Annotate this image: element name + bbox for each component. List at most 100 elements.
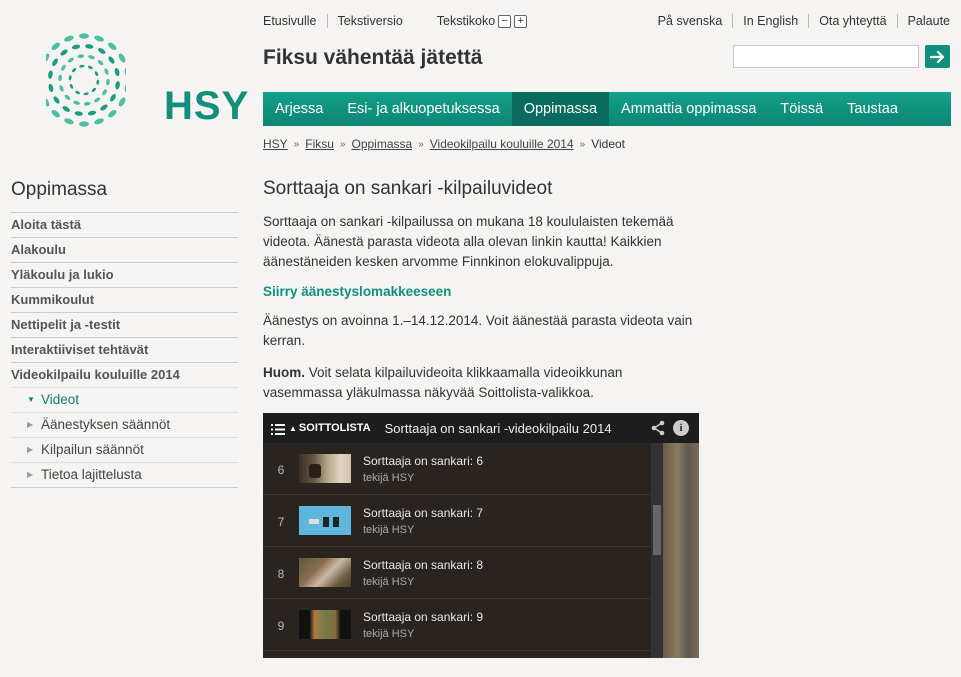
playlist-row-meta: Sorttaaja on sankari: 8 tekijä HSY (363, 558, 483, 588)
share-icon[interactable] (651, 420, 665, 439)
breadcrumb-link[interactable]: Oppimassa (351, 137, 412, 151)
playlist-row-author: tekijä HSY (363, 523, 415, 536)
sidebar-item-kummikoulut[interactable]: Kummikoulut (11, 287, 238, 312)
logo-leaf (53, 96, 60, 104)
sidebar-subitem-videot[interactable]: ▼ Videot (11, 387, 238, 412)
logo-leaf (110, 94, 116, 102)
logo-leaf (97, 59, 104, 66)
text-version-link[interactable]: Tekstiversio (338, 14, 403, 28)
logo-leaf (79, 33, 89, 39)
note-body: Voit selata kilpailuvideoita klikkaamall… (263, 365, 623, 400)
top-links: Etusivulle Tekstiversio Tekstikoko − + (263, 14, 528, 28)
playlist-row-number: 6 (277, 462, 285, 477)
logo-leaf (94, 71, 99, 77)
logo-leaf (104, 68, 109, 75)
playlist-row-meta: Sorttaaja on sankari: 7 tekijä HSY (363, 506, 483, 536)
breadcrumb-link[interactable]: HSY (263, 137, 288, 151)
sidebar-subitem-label: Kilpailun säännöt (41, 442, 144, 457)
logo-leaf (77, 54, 85, 59)
nav-item-esi-ja-alkuopetuksessa[interactable]: Esi- ja alkuopetuksessa (335, 92, 511, 126)
text-size-increase-button[interactable]: + (514, 14, 528, 28)
sidebar-title: Oppimassa (11, 179, 108, 200)
scrollbar-thumb[interactable] (653, 505, 661, 555)
playlist-scrollbar[interactable] (651, 443, 663, 658)
video-thumbnail (299, 506, 351, 535)
player-header: ▲ SOITTOLISTA Sorttaaja on sankari -vide… (263, 413, 699, 443)
nav-item-oppimassa[interactable]: Oppimassa (511, 92, 610, 126)
video-thumbnail (299, 610, 351, 639)
sidebar-item-aloita-tasta[interactable]: Aloita tästä (11, 212, 238, 237)
text-size-decrease-button[interactable]: − (498, 14, 512, 28)
text-size-label: Tekstikoko (436, 14, 496, 28)
playlist-row-meta: Sorttaaja on sankari: 6 tekijä HSY (363, 454, 483, 484)
hsy-logo[interactable]: HSY (37, 28, 248, 138)
logo-leaf (51, 42, 60, 51)
logo-leaf (102, 89, 107, 96)
playlist-menu-icon[interactable] (271, 423, 285, 435)
nav-item-ammattia-oppimassa[interactable]: Ammattia oppimassa (609, 92, 768, 126)
sidebar-subitem-tietoa-lajittelusta[interactable]: ▶ Tietoa lajittelusta (11, 462, 238, 487)
video-frame[interactable] (663, 443, 699, 658)
video-thumbnail (299, 454, 351, 483)
logo-leaf (52, 58, 58, 66)
logo-leaf (114, 67, 120, 77)
site-title: Fiksu vähentää jätettä (263, 46, 483, 69)
breadcrumb-link[interactable]: Fiksu (305, 137, 334, 151)
logo-leaf (74, 111, 83, 116)
sidebar-item-videokilpailu[interactable]: Videokilpailu kouluille 2014 (11, 362, 238, 387)
logo-leaf (87, 65, 93, 70)
playlist-row[interactable]: 7 Sorttaaja on sankari: 7 tekijä HSY (263, 495, 651, 547)
playlist-row-title: Sorttaaja on sankari: 7 (363, 505, 484, 520)
playlist-row-title: Sorttaaja on sankari: 6 (363, 453, 484, 468)
home-link[interactable]: Etusivulle (263, 14, 317, 28)
sidebar-item-ylakoulu-ja-lukio[interactable]: Yläkoulu ja lukio (11, 262, 238, 287)
logo-leaf (91, 87, 96, 92)
logo-leaf (96, 79, 100, 85)
caret-right-icon: ▶ (27, 420, 34, 429)
nav-item-toissa[interactable]: Töissä (768, 92, 835, 126)
playlist-label[interactable]: SOITTOLISTA (299, 422, 371, 434)
video-player[interactable]: ▲ SOITTOLISTA Sorttaaja on sankari -vide… (263, 413, 699, 658)
nav-item-taustaa[interactable]: Taustaa (835, 92, 910, 126)
english-link[interactable]: In English (743, 14, 798, 28)
swedish-link[interactable]: På svenska (658, 14, 723, 28)
search-submit-button[interactable] (925, 45, 950, 68)
vote-form-link[interactable]: Siirry äänestyslomakkeeseen (263, 284, 703, 299)
breadcrumb-link[interactable]: Videokilpailu kouluille 2014 (430, 137, 574, 151)
logo-leaf (58, 74, 62, 82)
playlist-row[interactable]: 8 Sorttaaja on sankari: 8 tekijä HSY (263, 547, 651, 599)
video-thumbnail (299, 558, 351, 587)
sidebar-item-alakoulu[interactable]: Alakoulu (11, 237, 238, 262)
playlist-row-author: tekijä HSY (363, 627, 415, 640)
divider (896, 14, 898, 28)
playlist-row[interactable]: 6 Sorttaaja on sankari: 6 tekijä HSY (263, 443, 651, 495)
logo-leaf (75, 90, 81, 95)
feedback-link[interactable]: Palaute (908, 14, 950, 28)
logo-leaf (64, 118, 74, 125)
breadcrumb-separator-icon: » (418, 138, 424, 150)
sidebar-subitem-aanestyksen-saannot[interactable]: ▶ Äänestyksen säännöt (11, 412, 238, 437)
contact-link[interactable]: Ota yhteyttä (819, 14, 886, 28)
logo-leaf (64, 94, 71, 101)
search-input[interactable] (733, 45, 919, 68)
caret-right-icon: ▶ (27, 470, 34, 479)
sidebar-item-nettipelit[interactable]: Nettipelit ja -testit (11, 312, 238, 337)
playlist-row[interactable]: 9 Sorttaaja on sankari: 9 tekijä HSY (263, 599, 651, 651)
logo-leaf (108, 42, 117, 51)
logo-leaf (67, 57, 74, 63)
sidebar-subitem-kilpailun-saannot[interactable]: ▶ Kilpailun säännöt (11, 437, 238, 462)
info-icon[interactable]: i (673, 420, 689, 436)
sidebar-item-interaktiiviset[interactable]: Interaktiiviset tehtävät (11, 337, 238, 362)
sidebar-divider (11, 487, 238, 488)
logo-leaf (94, 118, 104, 125)
logo-leaf (115, 81, 120, 90)
playlist-row-author: tekijä HSY (363, 471, 415, 484)
logo-leaf (94, 97, 101, 103)
video-title[interactable]: Sorttaaja on sankari -videokilpailu 2014 (385, 421, 612, 436)
language-links: På svenska In English Ota yhteyttä Palau… (658, 14, 950, 28)
playlist-row-number: 8 (277, 566, 285, 581)
logo-leaf (88, 55, 95, 60)
main-content: Sorttaaja on sankari -kilpailuvideot Sor… (263, 178, 703, 415)
nav-item-arjessa[interactable]: Arjessa (263, 92, 335, 126)
voting-period-text: Äänestys on avoinna 1.–14.12.2014. Voit … (263, 313, 693, 348)
